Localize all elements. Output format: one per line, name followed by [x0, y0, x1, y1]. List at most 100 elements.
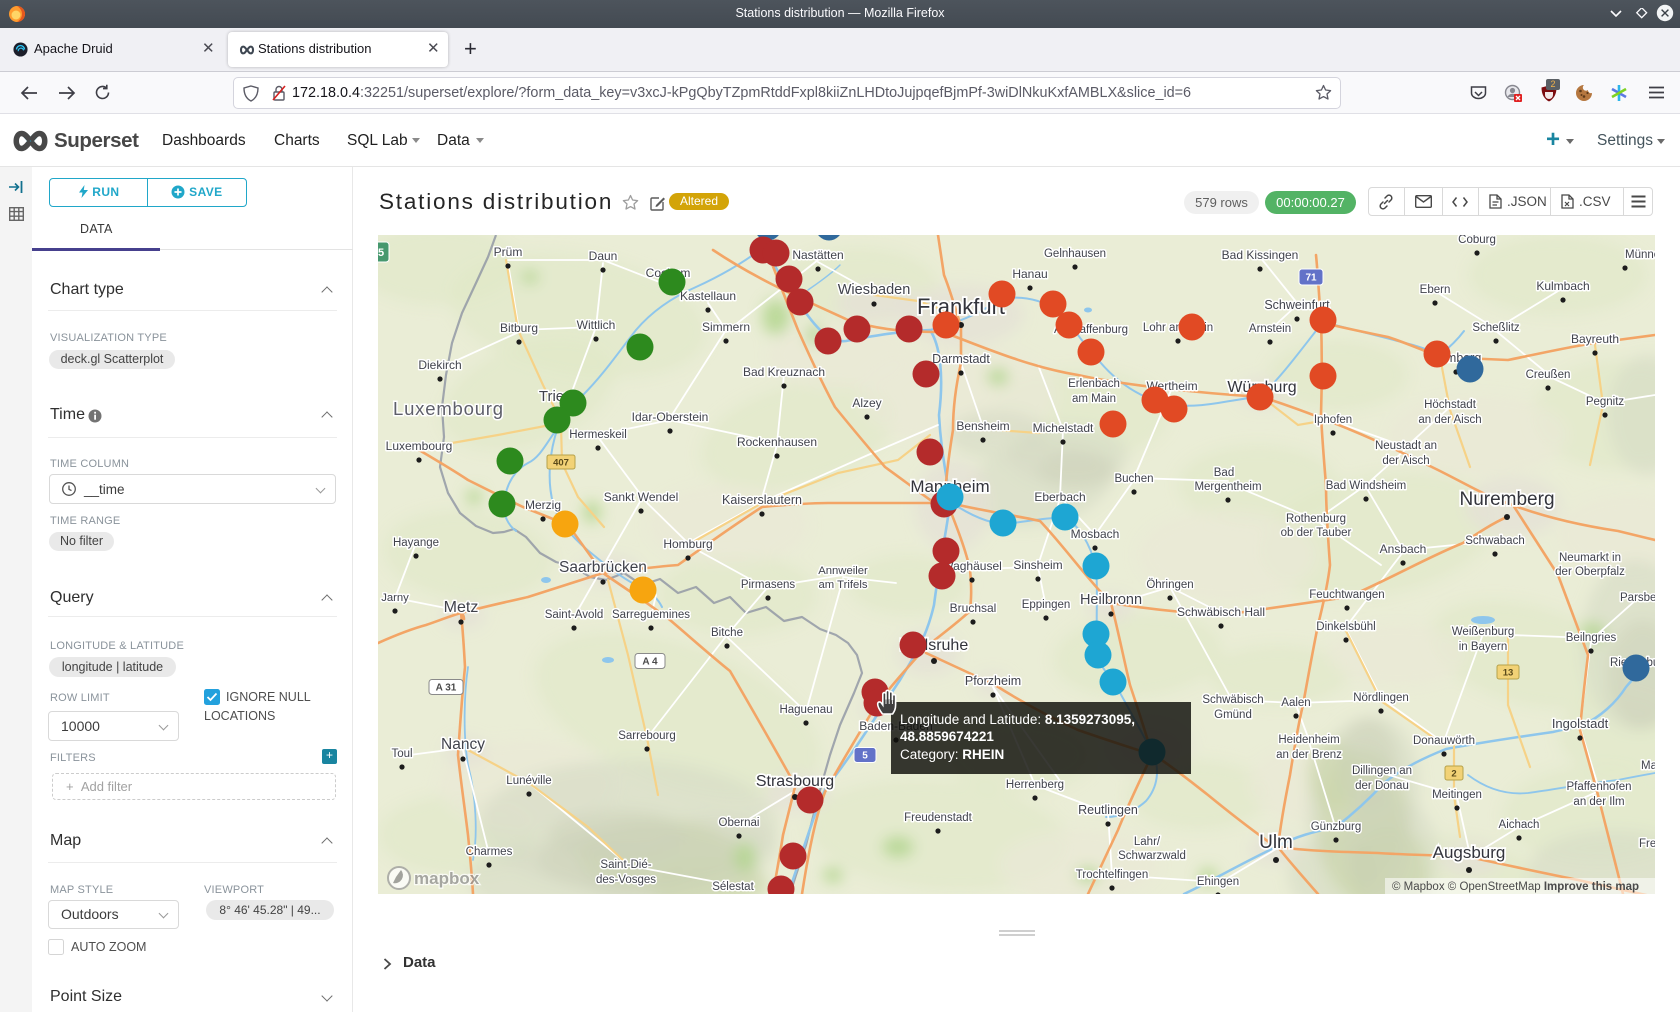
svg-text:Hermeskeil: Hermeskeil — [569, 429, 627, 441]
svg-text:Michelstadt: Michelstadt — [1033, 421, 1094, 435]
svg-text:Aalen: Aalen — [1281, 697, 1310, 709]
svg-text:Buchen: Buchen — [1114, 473, 1153, 485]
svg-text:Haguenau: Haguenau — [779, 704, 832, 716]
svg-text:Augsburg: Augsburg — [1433, 843, 1506, 862]
svg-text:Darmstadt: Darmstadt — [932, 352, 990, 366]
svg-text:Luxembourg: Luxembourg — [386, 439, 453, 453]
svg-text:ob der Tauber: ob der Tauber — [1281, 527, 1352, 539]
svg-text:Erlenbach: Erlenbach — [1068, 378, 1120, 390]
svg-text:Mosbach: Mosbach — [1071, 527, 1120, 541]
svg-text:an der Brenz: an der Brenz — [1276, 749, 1342, 761]
svg-text:in Bayern: in Bayern — [1459, 641, 1508, 653]
svg-text:Bad: Bad — [1214, 467, 1234, 479]
svg-text:Nördlingen: Nördlingen — [1353, 692, 1409, 704]
svg-text:Mergentheim: Mergentheim — [1194, 481, 1261, 493]
svg-text:407: 407 — [553, 457, 569, 468]
svg-text:Gelnhausen: Gelnhausen — [1044, 248, 1106, 260]
svg-text:2: 2 — [1451, 768, 1456, 779]
svg-text:Neumarkt in: Neumarkt in — [1559, 552, 1621, 564]
svg-text:5: 5 — [862, 751, 868, 762]
svg-text:Saarbrücken: Saarbrücken — [559, 559, 647, 576]
svg-text:A 31: A 31 — [436, 683, 457, 694]
svg-text:13: 13 — [1503, 667, 1514, 678]
svg-text:Pforzheim: Pforzheim — [965, 674, 1021, 688]
svg-text:der Donau: der Donau — [1355, 780, 1409, 792]
svg-text:Mainburg: Mainburg — [1641, 760, 1655, 772]
svg-text:Reutlingen: Reutlingen — [1078, 803, 1138, 817]
svg-text:Öhringen: Öhringen — [1146, 579, 1193, 591]
svg-text:Kaiserslautern: Kaiserslautern — [722, 493, 802, 507]
svg-text:Ansbach: Ansbach — [1380, 542, 1427, 556]
svg-text:Bad Kreuznach: Bad Kreuznach — [743, 365, 825, 379]
svg-text:Sinsheim: Sinsheim — [1013, 558, 1062, 572]
svg-text:Gmünd: Gmünd — [1214, 709, 1252, 721]
svg-text:Simmern: Simmern — [702, 320, 750, 334]
svg-text:Strasbourg: Strasbourg — [756, 773, 834, 790]
svg-text:Parsberg: Parsberg — [1620, 592, 1655, 604]
svg-text:Obernai: Obernai — [719, 817, 760, 829]
svg-text:Neustadt an: Neustadt an — [1375, 440, 1437, 452]
svg-text:Pirmasens: Pirmasens — [741, 579, 796, 591]
svg-text:Sarreguemines: Sarreguemines — [612, 609, 690, 621]
svg-text:Wiesbaden: Wiesbaden — [838, 282, 911, 298]
svg-text:Merzig: Merzig — [525, 498, 561, 512]
svg-text:Heidenheim: Heidenheim — [1278, 734, 1339, 746]
svg-text:Freising: Freising — [1639, 838, 1655, 850]
svg-text:Münnerstadt: Münnerstadt — [1625, 249, 1655, 261]
svg-text:Scheßlitz: Scheßlitz — [1472, 322, 1520, 334]
svg-text:an der Ilm: an der Ilm — [1573, 796, 1624, 808]
svg-text:Rockenhausen: Rockenhausen — [737, 435, 817, 449]
svg-text:Trochtelfingen: Trochtelfingen — [1076, 869, 1148, 881]
svg-text:Beilngries: Beilngries — [1566, 632, 1617, 644]
svg-text:Ebern: Ebern — [1420, 284, 1451, 296]
svg-text:Saint-Avold: Saint-Avold — [545, 609, 604, 621]
svg-text:Hanau: Hanau — [1012, 267, 1047, 281]
svg-text:Bruchsal: Bruchsal — [950, 601, 997, 615]
svg-text:Schwarzwald: Schwarzwald — [1118, 850, 1186, 862]
svg-text:Schwäbisch: Schwäbisch — [1202, 694, 1263, 706]
svg-text:Herrenberg: Herrenberg — [1006, 779, 1064, 791]
svg-text:Meitingen: Meitingen — [1432, 789, 1482, 801]
svg-text:Donauwörth: Donauwörth — [1413, 735, 1475, 747]
svg-text:Ulm: Ulm — [1259, 832, 1293, 853]
svg-text:Ingolstadt: Ingolstadt — [1552, 716, 1609, 731]
svg-text:Nastätten: Nastätten — [792, 248, 843, 262]
svg-text:Rothenburg: Rothenburg — [1286, 513, 1346, 525]
svg-text:Annweiler: Annweiler — [818, 565, 868, 577]
svg-text:Schwäbisch Hall: Schwäbisch Hall — [1177, 605, 1265, 619]
svg-text:Homburg: Homburg — [663, 537, 712, 551]
svg-text:Idar-Oberstein: Idar-Oberstein — [632, 410, 709, 424]
svg-text:Dinkelsbühl: Dinkelsbühl — [1316, 621, 1375, 633]
svg-text:mapbox: mapbox — [414, 869, 480, 888]
svg-text:Charmes: Charmes — [466, 846, 513, 858]
svg-text:Arnstein: Arnstein — [1249, 323, 1291, 335]
svg-text:Diekirch: Diekirch — [418, 358, 461, 372]
svg-text:Nuremberg: Nuremberg — [1459, 489, 1554, 510]
svg-text:71: 71 — [1305, 273, 1317, 284]
svg-text:Creußen: Creußen — [1526, 369, 1571, 381]
svg-text:Günzburg: Günzburg — [1311, 821, 1362, 833]
svg-text:Alzey: Alzey — [852, 396, 881, 410]
svg-text:Bitburg: Bitburg — [500, 321, 538, 335]
svg-text:Schwabach: Schwabach — [1465, 535, 1524, 547]
svg-text:Pegnitz: Pegnitz — [1586, 396, 1625, 408]
svg-text:Jarny: Jarny — [381, 592, 409, 604]
svg-text:Nancy: Nancy — [441, 736, 485, 753]
svg-text:Saint-Dié-: Saint-Dié- — [600, 859, 651, 871]
svg-text:am Main: am Main — [1072, 393, 1116, 405]
svg-text:Bensheim: Bensheim — [956, 419, 1009, 433]
svg-text:Ehingen: Ehingen — [1197, 876, 1239, 888]
svg-text:Aichach: Aichach — [1499, 819, 1540, 831]
svg-text:Kastellaun: Kastellaun — [680, 289, 736, 303]
svg-text:der Aisch: der Aisch — [1382, 455, 1429, 467]
svg-text:Sarrebourg: Sarrebourg — [618, 730, 676, 742]
svg-text:Metz: Metz — [444, 599, 479, 616]
svg-text:Kulmbach: Kulmbach — [1536, 279, 1589, 293]
svg-text:Bad Windsheim: Bad Windsheim — [1326, 480, 1407, 492]
svg-text:Prüm: Prüm — [494, 245, 523, 259]
svg-text:Dillingen an: Dillingen an — [1352, 765, 1412, 777]
svg-text:Wittlich: Wittlich — [577, 318, 616, 332]
svg-text:A 4: A 4 — [642, 657, 658, 668]
svg-text:Sankt Wendel: Sankt Wendel — [604, 490, 679, 504]
svg-text:Eppingen: Eppingen — [1022, 599, 1071, 611]
